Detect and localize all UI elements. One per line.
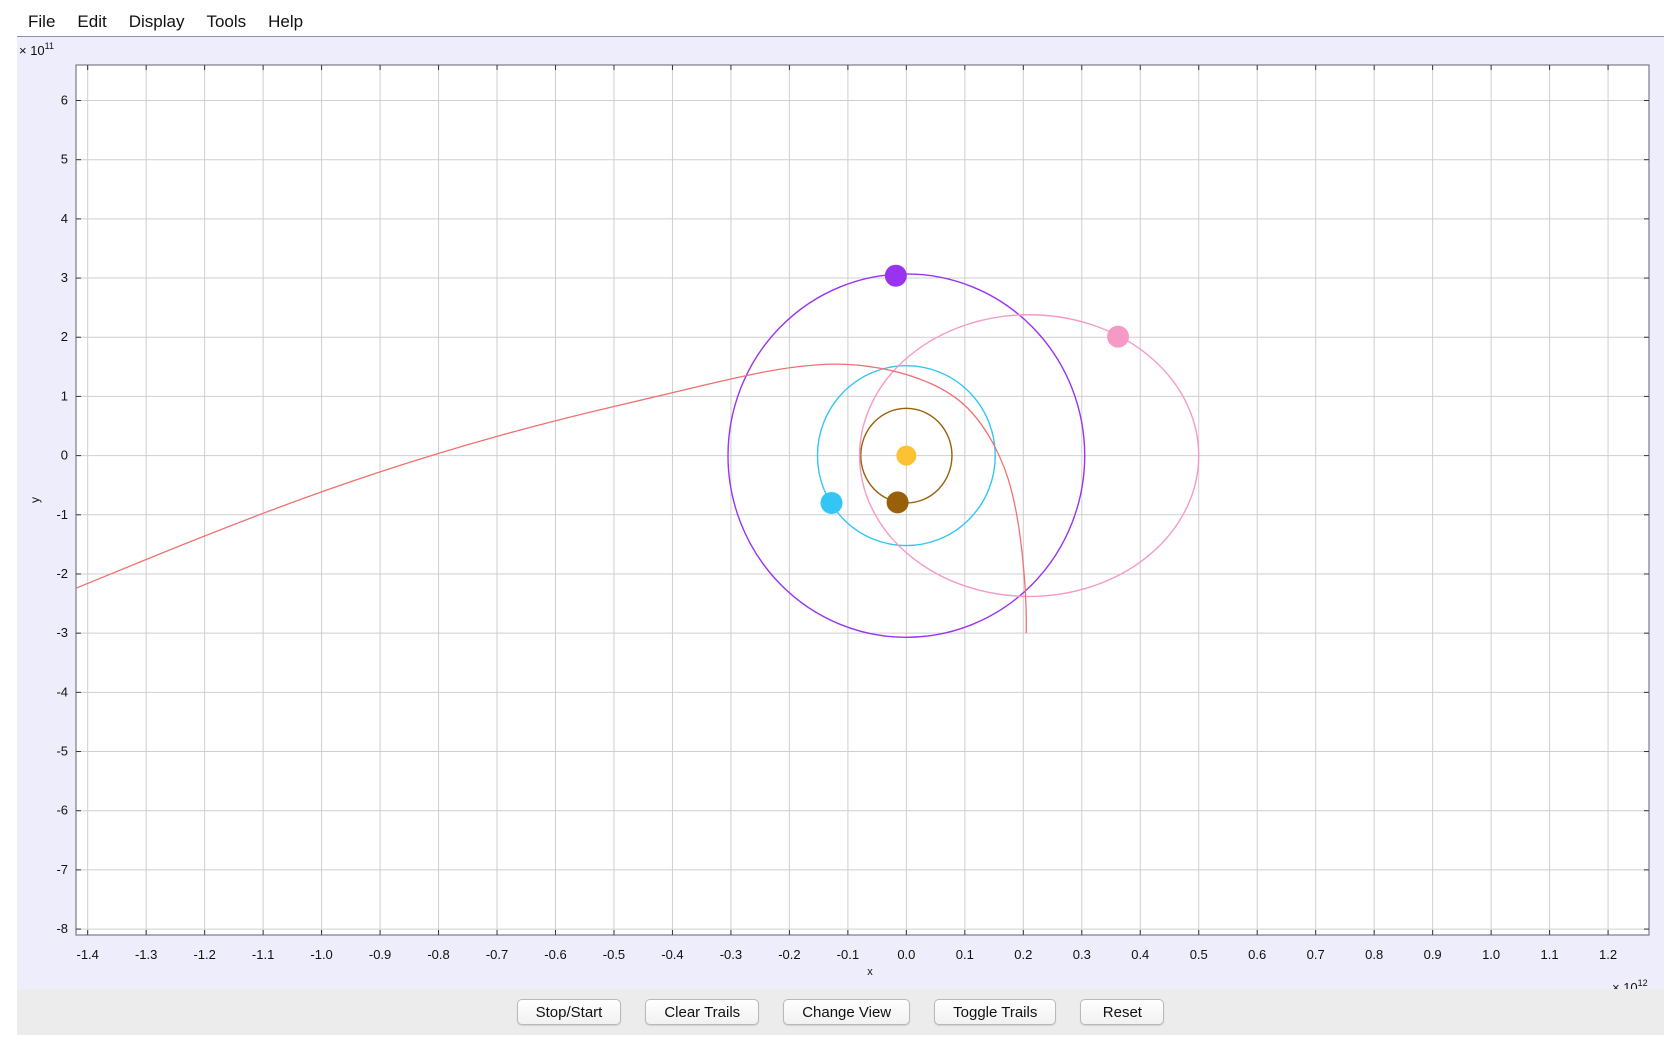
plot-area [75, 64, 1650, 936]
x-tick-label: -0.9 [369, 947, 391, 962]
x-tick-label: 0.1 [956, 947, 974, 962]
x-tick-label: -1.3 [135, 947, 157, 962]
x-tick-label: -0.2 [778, 947, 800, 962]
y-tick-label: -2 [56, 566, 68, 581]
x-exponent-text: 12 [1638, 978, 1648, 988]
change-view-button[interactable]: Change View [783, 999, 911, 1025]
x-tick-label: -0.4 [661, 947, 683, 962]
x-tick-label: -0.8 [427, 947, 449, 962]
x-tick-label: 0.6 [1248, 947, 1266, 962]
y-tick-label: -1 [56, 507, 68, 522]
button-bar: Stop/Start Clear Trails Change View Togg… [17, 989, 1664, 1035]
x-tick-label: -0.6 [544, 947, 566, 962]
y-exponent-text: 11 [45, 41, 54, 51]
y-tick-label: -8 [56, 921, 68, 936]
x-tick-label: 1.1 [1541, 947, 1559, 962]
y-axis-label: y [28, 497, 42, 503]
menu-tools[interactable]: Tools [195, 8, 257, 36]
pink-body [1107, 325, 1130, 348]
y-tick-label: 1 [61, 388, 68, 403]
y-tick-label: -6 [56, 803, 68, 818]
menu-edit[interactable]: Edit [66, 8, 117, 36]
x-tick-label: 0.7 [1307, 947, 1325, 962]
sun-body [896, 445, 917, 466]
menu-display[interactable]: Display [118, 8, 196, 36]
x-tick-label: 1.2 [1599, 947, 1617, 962]
x-tick-label: 0.4 [1131, 947, 1149, 962]
x-multiplier-label: × 1012 [1612, 978, 1648, 989]
stop-start-button[interactable]: Stop/Start [516, 999, 622, 1025]
y-multiplier-text: × 10 [19, 43, 45, 58]
x-tick-label: -0.1 [837, 947, 859, 962]
x-tick-label: 0.9 [1424, 947, 1442, 962]
x-tick-label: 0.8 [1365, 947, 1383, 962]
x-tick-label: -1.0 [310, 947, 332, 962]
y-tick-label: -3 [56, 625, 68, 640]
x-tick-label: 0.5 [1190, 947, 1208, 962]
y-tick-label: 5 [61, 152, 68, 167]
x-tick-label: -0.5 [603, 947, 625, 962]
x-tick-label: 0.0 [897, 947, 915, 962]
y-tick-label: 6 [61, 93, 68, 108]
y-multiplier-label: × 1011 [19, 41, 54, 58]
x-tick-label: 0.2 [1014, 947, 1032, 962]
y-tick-label: -7 [56, 862, 68, 877]
x-tick-label: 0.3 [1073, 947, 1091, 962]
menu-help[interactable]: Help [257, 8, 314, 36]
menu-file[interactable]: File [17, 8, 66, 36]
menu-bar: File Edit Display Tools Help [17, 8, 1664, 37]
reset-button[interactable]: Reset [1080, 999, 1165, 1025]
toggle-trails-button[interactable]: Toggle Trails [934, 999, 1057, 1025]
brown-body [886, 491, 909, 514]
purple-body [884, 264, 907, 287]
x-tick-label: -1.4 [76, 947, 98, 962]
y-tick-label: -4 [56, 684, 68, 699]
y-tick-label: 0 [61, 448, 68, 463]
orbit-plot[interactable]: × 1011 -1.4 -1.3 -1.2 -1.1 -1.0 -0.9 -0.8 -0.7-… [17, 37, 1664, 995]
y-tick-label: 2 [61, 329, 68, 344]
x-multiplier-text: × 10 [1612, 980, 1638, 989]
y-tick-label: 3 [61, 270, 68, 285]
y-tick-label: 4 [61, 211, 68, 226]
clear-trails-button[interactable]: Clear Trails [645, 999, 760, 1025]
x-tick-label: -0.3 [720, 947, 742, 962]
x-tick-label: -1.1 [252, 947, 274, 962]
x-tick-label: 1.0 [1482, 947, 1500, 962]
plot-panel: × 1011 -1.4 -1.3 -1.2 -1.1 -1.0 -0.9 -0.8 -0.7-… [17, 37, 1664, 995]
y-tick-label: -5 [56, 744, 68, 759]
x-axis-label: x [867, 966, 873, 978]
x-tick-label: -0.7 [486, 947, 508, 962]
x-tick-label: -1.2 [193, 947, 215, 962]
cyan-body [820, 491, 843, 514]
